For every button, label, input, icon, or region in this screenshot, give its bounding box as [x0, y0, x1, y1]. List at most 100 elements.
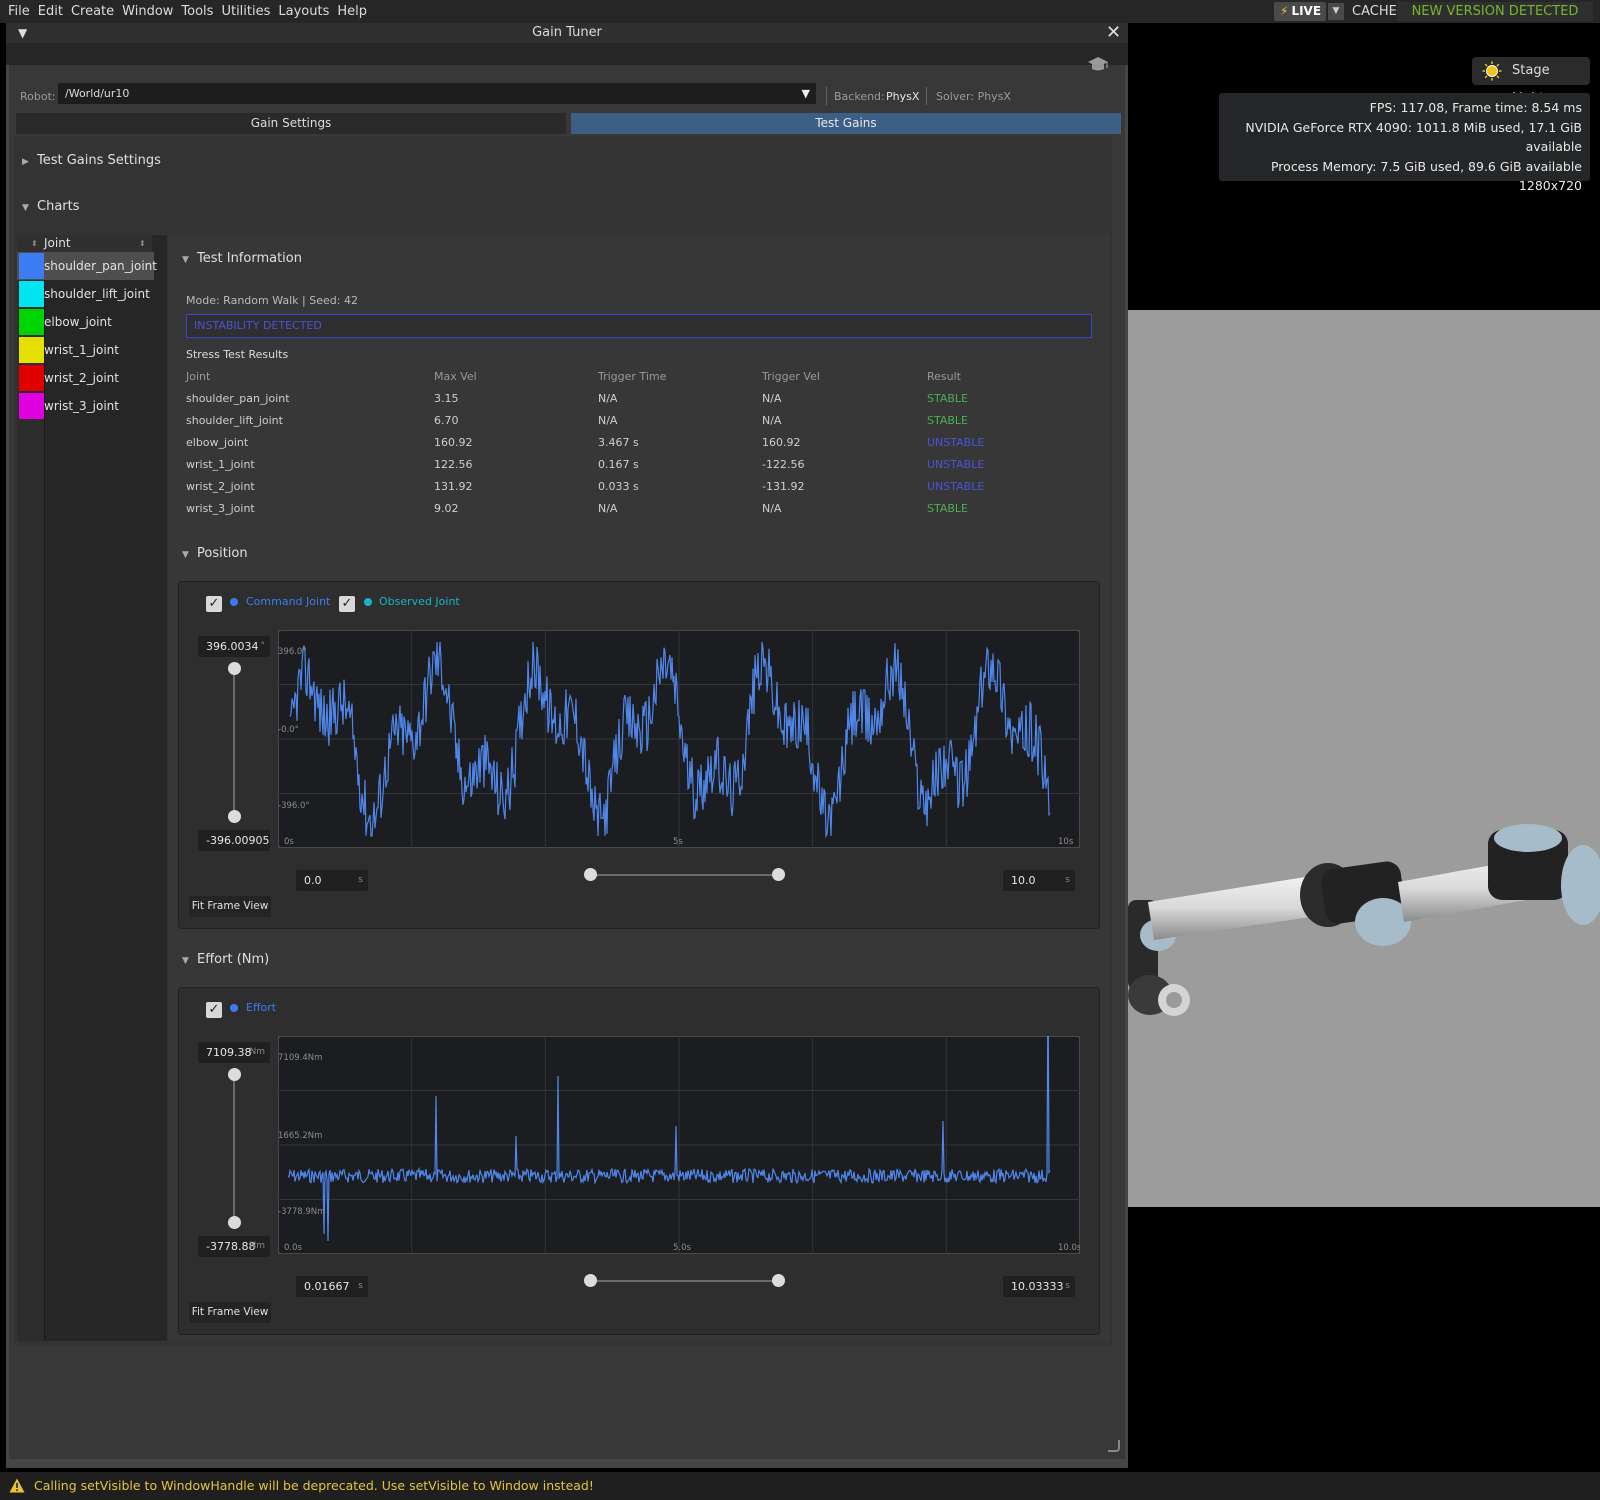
test-information-header[interactable]: ▼ Test Information: [182, 251, 302, 266]
effort-checkbox[interactable]: ✓: [206, 1002, 222, 1018]
joint-color-swatch[interactable]: [19, 365, 44, 391]
viewport[interactable]: [1128, 23, 1600, 1468]
slider-handle-left[interactable]: [584, 1274, 597, 1287]
effort-x-range-slider[interactable]: [591, 1280, 779, 1282]
window-titlebar[interactable]: ▼ Gain Tuner ✕: [6, 22, 1128, 43]
effort-y-range-slider[interactable]: [233, 1075, 235, 1223]
position-y-range-slider[interactable]: [233, 669, 235, 817]
joint-color-swatch[interactable]: [19, 281, 44, 307]
position-fit-frame-button[interactable]: Fit Frame View: [189, 896, 271, 917]
resolution-stat: 1280x720: [1518, 178, 1582, 193]
slider-handle-right[interactable]: [772, 868, 785, 881]
caret-down-icon: ▼: [182, 255, 189, 265]
effort-y-min-field[interactable]: -3778.88 Nm: [198, 1236, 270, 1257]
solver-label: Solver: PhysX: [936, 90, 1011, 103]
section-label: Position: [197, 546, 248, 561]
x-tick-label: 5.0s: [673, 1243, 692, 1253]
unit-label: s: [1065, 875, 1070, 885]
slider-handle-bottom[interactable]: [228, 1216, 241, 1229]
fps-stat: FPS: 117.08, Frame time: 8.54 ms: [1369, 100, 1582, 115]
unit-label: °: [260, 641, 266, 651]
status-warning-bar: Calling setVisible to WindowHandle will …: [0, 1472, 1600, 1500]
caret-down-icon: ▼: [182, 550, 189, 560]
divider: [826, 87, 827, 105]
memory-stat: Process Memory: 7.5 GiB used, 89.6 GiB a…: [1270, 158, 1582, 174]
legend-observed-joint: Observed Joint: [379, 595, 460, 608]
effort-y-max-field[interactable]: 7109.38 Nm: [198, 1042, 270, 1063]
charts-header[interactable]: ▼ Charts: [22, 199, 80, 214]
table-cell: 6.70: [434, 414, 459, 427]
position-y-max-field[interactable]: 396.0034 °: [198, 636, 270, 657]
live-dropdown-button[interactable]: ▼: [1328, 3, 1344, 20]
effort-header[interactable]: ▼ Effort (Nm): [182, 952, 269, 967]
effort-plot[interactable]: 7109.4Nm 1665.2Nm -3778.9Nm 0.0s 5.0s 10.0s: [278, 1036, 1080, 1254]
joint-list-item[interactable]: wrist_1_joint: [17, 336, 154, 364]
joint-color-swatch[interactable]: [19, 337, 44, 363]
effort-x-start-field[interactable]: 0.01667 s: [296, 1276, 368, 1297]
table-cell: 3.15: [434, 392, 459, 405]
position-header[interactable]: ▼ Position: [182, 546, 248, 561]
column-header: Result: [927, 370, 961, 383]
slider-handle-top[interactable]: [228, 1068, 241, 1081]
menu-help[interactable]: Help: [333, 0, 371, 23]
joint-list: ⬍ Joint ⬍ shoulder_pan_joint shoulder_lif…: [17, 235, 167, 1341]
table-cell: wrist_2_joint: [186, 480, 255, 493]
position-y-min-field[interactable]: -396.00905: [198, 830, 270, 851]
effort-x-end-field[interactable]: 10.03333 s: [1003, 1276, 1075, 1297]
sort-icon[interactable]: ⬍: [31, 235, 38, 252]
slider-handle-right[interactable]: [772, 1274, 785, 1287]
position-x-end-field[interactable]: 10.0 s: [1003, 870, 1075, 891]
table-cell: 131.92: [434, 480, 473, 493]
observed-joint-checkbox[interactable]: ✓: [339, 596, 355, 612]
field-value: -396.00905: [206, 834, 270, 847]
joint-color-swatch[interactable]: [19, 309, 44, 335]
table-cell: 3.467 s: [598, 436, 639, 449]
legend-swatch: [230, 598, 238, 606]
joint-color-swatch[interactable]: [19, 393, 44, 419]
sort-icon[interactable]: ⬍: [139, 235, 146, 252]
position-x-start-field[interactable]: 0.0 s: [296, 870, 368, 891]
joint-column-header[interactable]: ⬍ Joint ⬍: [17, 235, 152, 252]
joint-color-swatch[interactable]: [19, 253, 44, 279]
table-cell: N/A: [598, 392, 618, 405]
slider-handle-top[interactable]: [228, 662, 241, 675]
x-tick-label: 10.0s: [1058, 1243, 1080, 1253]
menu-utilities[interactable]: Utilities: [217, 0, 274, 23]
cache-status-badge[interactable]: NEW VERSION DETECTED: [1397, 2, 1593, 21]
resize-handle[interactable]: [1108, 1440, 1120, 1452]
position-x-range-slider[interactable]: [591, 874, 779, 876]
joint-list-item[interactable]: elbow_joint: [17, 308, 154, 336]
joint-list-item[interactable]: shoulder_lift_joint: [17, 280, 154, 308]
menu-create[interactable]: Create: [67, 0, 118, 23]
graduation-cap-icon[interactable]: [1087, 55, 1109, 73]
joint-list-item[interactable]: wrist_2_joint: [17, 364, 154, 392]
stage-lights-button[interactable]: Stage Lights: [1472, 57, 1590, 106]
command-joint-checkbox[interactable]: ✓: [206, 596, 222, 612]
tab-gain-settings[interactable]: Gain Settings: [16, 113, 566, 134]
menu-edit[interactable]: Edit: [34, 0, 67, 23]
live-button[interactable]: ⚡ LIVE: [1274, 2, 1326, 21]
unit-label: s: [358, 1281, 363, 1291]
slider-handle-bottom[interactable]: [228, 810, 241, 823]
joint-list-item[interactable]: shoulder_pan_joint: [17, 252, 157, 280]
menu-window[interactable]: Window: [118, 0, 177, 23]
effort-fit-frame-button[interactable]: Fit Frame View: [189, 1302, 271, 1323]
table-cell: shoulder_lift_joint: [186, 414, 283, 427]
robot-select[interactable]: /World/ur10 ▼: [58, 83, 816, 104]
tab-test-gains[interactable]: Test Gains: [571, 113, 1121, 134]
close-icon[interactable]: ✕: [1106, 22, 1121, 43]
menu-layouts[interactable]: Layouts: [274, 0, 333, 23]
joint-list-item[interactable]: wrist_3_joint: [17, 392, 154, 420]
y-tick-label: 7109.4Nm: [278, 1053, 322, 1063]
table-cell: 160.92: [762, 436, 801, 449]
menu-tools[interactable]: Tools: [177, 0, 217, 23]
menu-file[interactable]: File: [0, 0, 34, 23]
warning-icon: [9, 1478, 25, 1493]
slider-handle-left[interactable]: [584, 868, 597, 881]
test-gains-settings-header[interactable]: ▶ Test Gains Settings: [22, 153, 161, 168]
position-plot[interactable]: 396.0° -0.0° -396.0° 0s 5s 10s: [278, 630, 1080, 848]
table-cell: 160.92: [434, 436, 473, 449]
caret-down-icon: ▼: [22, 203, 29, 213]
field-value: 0.01667: [304, 1280, 350, 1293]
joint-name: shoulder_pan_joint: [44, 259, 157, 273]
